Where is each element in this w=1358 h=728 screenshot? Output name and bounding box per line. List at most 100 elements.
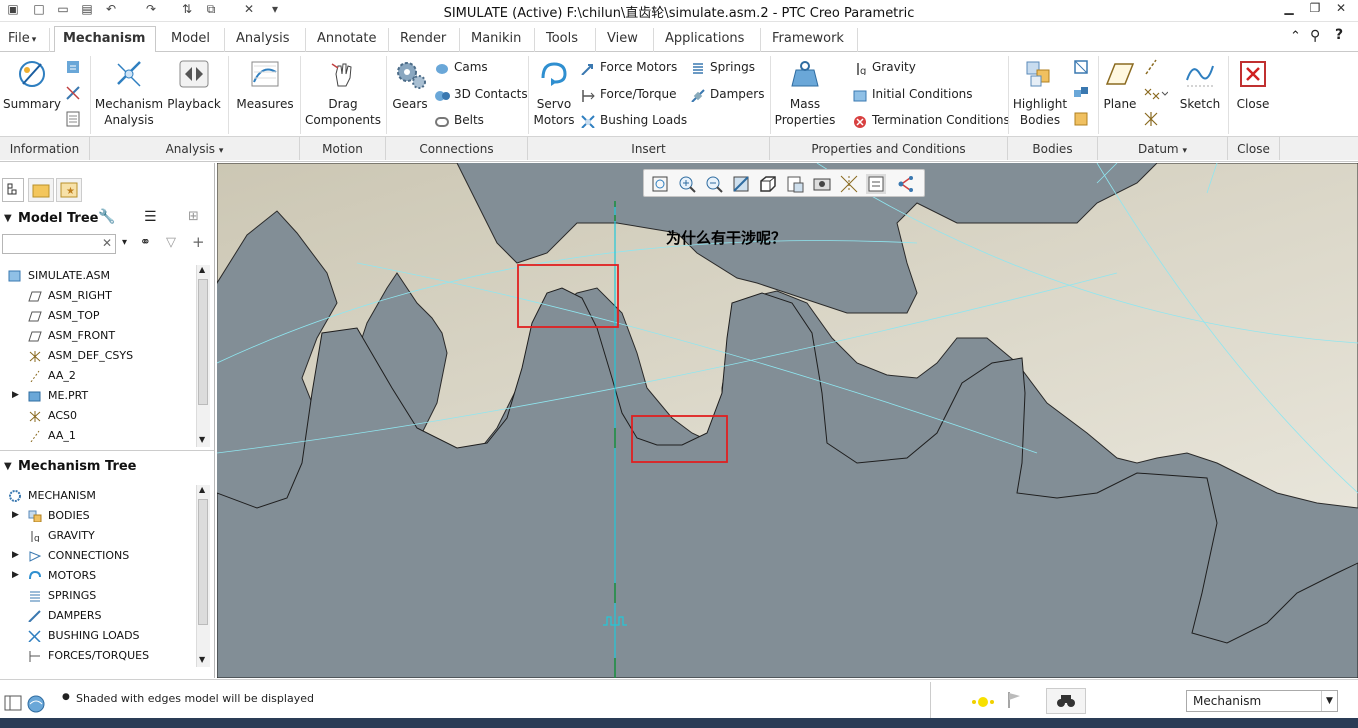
datum-display-filters-icon[interactable] <box>839 174 859 194</box>
gears-button[interactable]: Gears <box>388 58 432 112</box>
tab-annotate[interactable]: Annotate <box>309 28 389 52</box>
servo-motors-button[interactable]: Servo Motors <box>532 58 576 128</box>
repaint-icon[interactable] <box>731 174 751 194</box>
body-reconnect-icon[interactable] <box>1072 84 1090 102</box>
add-column-icon[interactable]: + <box>192 233 205 251</box>
drag-components-button[interactable]: Drag Components <box>304 58 382 128</box>
dampers-button[interactable]: Dampers <box>690 85 764 103</box>
tab-render[interactable]: Render <box>392 28 460 52</box>
tree-item-asm-def-csys[interactable]: ASM_DEF_CSYS <box>28 347 133 365</box>
termination-conditions-button[interactable]: Termination Conditions <box>852 111 1010 129</box>
folder-browser-tab[interactable] <box>28 178 54 202</box>
selection-lights-icon[interactable] <box>968 692 998 710</box>
gravity-button[interactable]: g Gravity <box>852 58 916 76</box>
scroll-down-icon[interactable]: ▼ <box>199 655 205 664</box>
mass-properties-button[interactable]: Mass Properties <box>774 58 836 128</box>
mechanism-display-icon[interactable] <box>896 174 916 194</box>
favorites-tab[interactable]: ★ <box>56 178 82 202</box>
tree-settings-icon[interactable]: 🔧 <box>98 209 115 225</box>
body-info-icon[interactable] <box>1072 110 1090 128</box>
search-dropdown-icon[interactable]: ▾ <box>122 237 127 248</box>
initial-conditions-button[interactable]: Initial Conditions <box>852 85 973 103</box>
tab-model[interactable]: Model <box>163 28 225 52</box>
mech-tree-bushing-loads[interactable]: BUSHING LOADS <box>28 627 140 645</box>
tree-item-aa-1[interactable]: AA_1 <box>28 427 76 445</box>
mechanism-analysis-button[interactable]: Mechanism Analysis <box>94 58 164 128</box>
minimize-button[interactable]: ▁ <box>1278 1 1300 19</box>
mech-tree-connections[interactable]: CONNECTIONS <box>28 547 129 565</box>
mechanism-tree-scrollbar[interactable]: ▲ ▼ <box>196 485 210 667</box>
mech-tree-mechanism[interactable]: MECHANISM <box>8 487 96 505</box>
mech-tree-bodies[interactable]: BODIES <box>28 507 90 525</box>
browser-icon[interactable] <box>26 694 46 714</box>
model-tree-scrollbar[interactable]: ▲ ▼ <box>196 265 210 447</box>
find-binoculars-icon[interactable]: ⚭ <box>140 235 151 250</box>
mech-tree-forces-torques[interactable]: FORCES/TORQUES <box>28 647 149 665</box>
flag-icon[interactable] <box>1006 690 1024 710</box>
chevron-down-icon[interactable]: ▼ <box>1321 691 1337 711</box>
body-redefine-icon[interactable] <box>1072 58 1090 76</box>
scroll-down-icon[interactable]: ▼ <box>199 435 205 444</box>
tab-framework[interactable]: Framework <box>764 28 858 52</box>
tree-item-asm-top[interactable]: ASM_TOP <box>28 307 100 325</box>
mech-tree-motors[interactable]: MOTORS <box>28 567 96 585</box>
expand-me-prt-icon[interactable]: ▶ <box>12 390 19 400</box>
toggle-navigator-icon[interactable] <box>4 694 22 712</box>
scroll-up-icon[interactable]: ▲ <box>199 265 205 274</box>
mech-tree-gravity[interactable]: g GRAVITY <box>28 527 95 545</box>
tree-item-me-prt[interactable]: ME.PRT <box>28 387 88 405</box>
expand-motors-icon[interactable]: ▶ <box>12 570 19 580</box>
display-style-icon[interactable] <box>758 174 778 194</box>
tab-view[interactable]: View <box>599 28 654 52</box>
tree-item-acs0[interactable]: ACS0 <box>28 407 77 425</box>
tab-analysis[interactable]: Analysis <box>228 28 306 52</box>
scroll-up-icon[interactable]: ▲ <box>199 485 205 494</box>
belts-button[interactable]: Belts <box>434 111 484 129</box>
sketch-button[interactable]: Sketch <box>1176 58 1224 112</box>
saved-orientations-icon[interactable] <box>785 174 805 194</box>
summary-button[interactable]: Summary <box>2 58 62 112</box>
scrollbar-thumb[interactable] <box>198 499 208 625</box>
force-torque-button[interactable]: Force/Torque <box>580 85 676 103</box>
tree-filter-icon[interactable]: ⊞ <box>188 209 199 224</box>
funnel-filter-icon[interactable]: ▽ <box>166 235 176 250</box>
tree-search-input[interactable]: ✕ <box>2 234 116 254</box>
playback-button[interactable]: Playback <box>166 58 222 112</box>
group-datum-label[interactable]: Datum ▾ <box>1098 136 1228 160</box>
group-analysis-label[interactable]: Analysis ▾ <box>90 136 300 160</box>
close-button[interactable]: ✕ <box>1330 1 1352 19</box>
force-motors-button[interactable]: Force Motors <box>580 58 677 76</box>
3d-contacts-button[interactable]: 3D Contacts <box>434 85 528 103</box>
tree-item-asm-front[interactable]: ASM_FRONT <box>28 327 115 345</box>
zoom-out-icon[interactable] <box>704 174 724 194</box>
plane-button[interactable]: Plane <box>1100 58 1140 112</box>
springs-button[interactable]: Springs <box>690 58 755 76</box>
tree-item-asm-right[interactable]: ASM_RIGHT <box>28 287 112 305</box>
restore-button[interactable]: ❐ <box>1304 1 1326 19</box>
bushing-loads-button[interactable]: Bushing Loads <box>580 111 687 129</box>
tab-tools[interactable]: Tools <box>538 28 596 52</box>
help-icon[interactable]: ? <box>1335 27 1343 43</box>
clear-search-icon[interactable]: ✕ <box>102 236 112 250</box>
mech-tree-dampers[interactable]: DAMPERS <box>28 607 102 625</box>
axis-icon[interactable] <box>1142 58 1160 76</box>
coordinate-system-icon[interactable] <box>1142 110 1160 128</box>
mechanism-tree-collapse-icon[interactable]: ▼ <box>4 461 12 472</box>
annotation-display-icon[interactable] <box>866 174 886 194</box>
point-icon[interactable] <box>1142 84 1169 102</box>
model-tree-tab[interactable] <box>2 178 24 202</box>
minimize-ribbon-icon[interactable]: ⌃ <box>1290 29 1301 44</box>
filter-select[interactable]: Mechanism ▼ <box>1186 690 1338 712</box>
report-icon[interactable] <box>64 110 82 128</box>
measure-tool-icon[interactable] <box>64 84 82 102</box>
model-tree-collapse-icon[interactable]: ▼ <box>4 213 12 224</box>
refit-icon[interactable] <box>650 174 670 194</box>
tree-item-simulate-asm[interactable]: SIMULATE.ASM <box>8 267 110 285</box>
scrollbar-thumb[interactable] <box>198 279 208 405</box>
expand-bodies-icon[interactable]: ▶ <box>12 510 19 520</box>
tab-manikin[interactable]: Manikin <box>463 28 535 52</box>
tab-applications[interactable]: Applications <box>657 28 761 52</box>
graphics-window[interactable]: 为什么有干涉呢？ <box>217 163 1358 678</box>
tree-show-icon[interactable]: ☰ <box>144 209 157 225</box>
expand-connections-icon[interactable]: ▶ <box>12 550 19 560</box>
